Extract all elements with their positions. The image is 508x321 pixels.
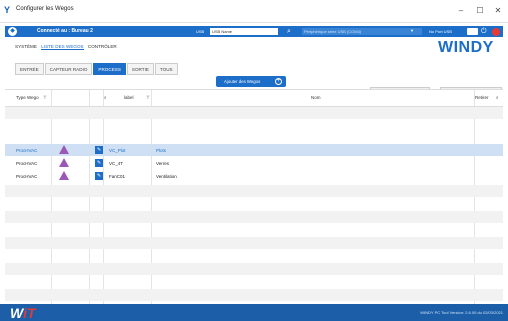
header-type[interactable]: Type Wego — [16, 95, 39, 100]
process-type-icon — [59, 171, 69, 180]
table-row — [5, 185, 503, 197]
filter-icon[interactable]: ⊤ — [43, 95, 47, 101]
nav-item-liste-wegos[interactable]: LISTE DES WEGOS — [41, 44, 84, 50]
table-row — [5, 263, 503, 275]
cell-name: Ventilation — [156, 174, 177, 179]
nav-item-controler[interactable]: CONTRÔLER — [88, 44, 117, 49]
edit-icon[interactable]: ✎ — [95, 146, 103, 154]
table-row[interactable]: ProcHVAC ✎ FanC01 Ventilation — [5, 170, 503, 182]
no-port-label: No Port USB — [429, 29, 452, 34]
tab-tous[interactable]: TOUS — [154, 63, 178, 75]
process-type-icon — [59, 145, 69, 154]
tab-process[interactable]: PROCESS — [93, 63, 126, 75]
maximize-icon[interactable]: ☐ — [471, 4, 489, 18]
table-row[interactable]: ProcHVAC ✎ VC_4T Verres — [5, 157, 503, 169]
minimize-icon[interactable]: – — [452, 4, 470, 18]
edit-icon[interactable]: ✎ — [95, 159, 103, 167]
tab-sortie[interactable]: SORTIE — [126, 63, 154, 75]
table-header: Type Wego ⊤ ⌕ label ⊤ Nom Retirer ⌕ — [5, 90, 503, 107]
search-icon[interactable]: ⌕ — [104, 95, 107, 100]
wegos-table: Type Wego ⊤ ⌕ label ⊤ Nom Retirer ⌕ Proc… — [5, 89, 503, 305]
cell-type: ProcHVAC — [16, 161, 38, 166]
close-icon[interactable]: ✕ — [489, 4, 507, 18]
window-title: Configurer les Wegos — [16, 6, 74, 12]
chevron-down-icon[interactable]: ▼ — [410, 28, 414, 33]
cell-label: VC_Plot — [109, 148, 126, 153]
header-remove[interactable]: Retirer — [475, 95, 489, 100]
search-icon[interactable]: ⌕ — [287, 27, 296, 36]
table-row[interactable]: ProcHVAC ✎ VC_Plot Plots — [5, 144, 503, 156]
cell-name: Plots — [156, 148, 167, 153]
connection-bar: ◆ Connecté au : Bureau 2 USB ⌕ Périphéri… — [5, 26, 503, 37]
add-wegos-button[interactable]: Ajouter des Wegos + — [216, 76, 286, 87]
connection-status: Connecté au : Bureau 2 — [37, 28, 93, 34]
wit-logo-a: W — [10, 305, 24, 321]
search-icon[interactable]: ⌕ — [496, 95, 499, 100]
cell-label: VC_4T — [109, 161, 124, 166]
usb-name-input[interactable] — [210, 28, 278, 35]
app-icon: Y — [4, 5, 11, 15]
stop-icon[interactable] — [492, 28, 500, 36]
header-label[interactable]: label — [124, 95, 134, 100]
power-icon[interactable]: ⏻ — [481, 27, 487, 36]
wit-logo-b: iT — [23, 305, 36, 321]
table-row — [5, 211, 503, 223]
add-wegos-label: Ajouter des Wegos — [224, 79, 261, 84]
connection-toggle[interactable] — [467, 28, 478, 35]
usb-port-select[interactable]: Périphérique série USB (COM4) — [302, 28, 422, 35]
title-bar: Y Configurer les Wegos – ☐ ✕ — [0, 0, 508, 23]
cell-label: FanC01 — [109, 174, 126, 179]
process-type-icon — [59, 158, 69, 167]
table-row — [5, 237, 503, 249]
cell-type: ProcHVAC — [16, 174, 38, 179]
tab-entree[interactable]: ENTRÉE — [15, 63, 44, 75]
edit-icon[interactable]: ✎ — [95, 172, 103, 180]
cell-type: ProcHVAC — [16, 148, 38, 153]
tab-capteur-radio[interactable]: CAPTEUR RADIO — [44, 63, 93, 75]
wit-logo: WiT — [10, 305, 36, 321]
main-nav: SYSTÈME LISTE DES WEGOS CONTRÔLER — [15, 44, 120, 50]
cell-name: Verres — [156, 161, 170, 166]
header-name[interactable]: Nom — [311, 95, 321, 100]
table-row — [5, 289, 503, 301]
usb-label: USB — [196, 29, 205, 34]
plus-icon: + — [275, 78, 282, 85]
windy-logo-icon: ◆ — [8, 27, 17, 36]
category-tabs: ENTRÉE CAPTEUR RADIO PROCESS SORTIE TOUS — [15, 63, 179, 75]
nav-item-systeme[interactable]: SYSTÈME — [15, 44, 37, 49]
table-row — [5, 107, 503, 119]
table-row — [5, 131, 503, 143]
version-label: WINDY PC Tool Version: 2.6.00 du 02/03/2… — [420, 310, 503, 315]
footer-bar: WiT WINDY PC Tool Version: 2.6.00 du 02/… — [0, 304, 508, 321]
brand-logo: WINDY — [438, 39, 494, 56]
filter-icon[interactable]: ⊤ — [146, 95, 150, 101]
